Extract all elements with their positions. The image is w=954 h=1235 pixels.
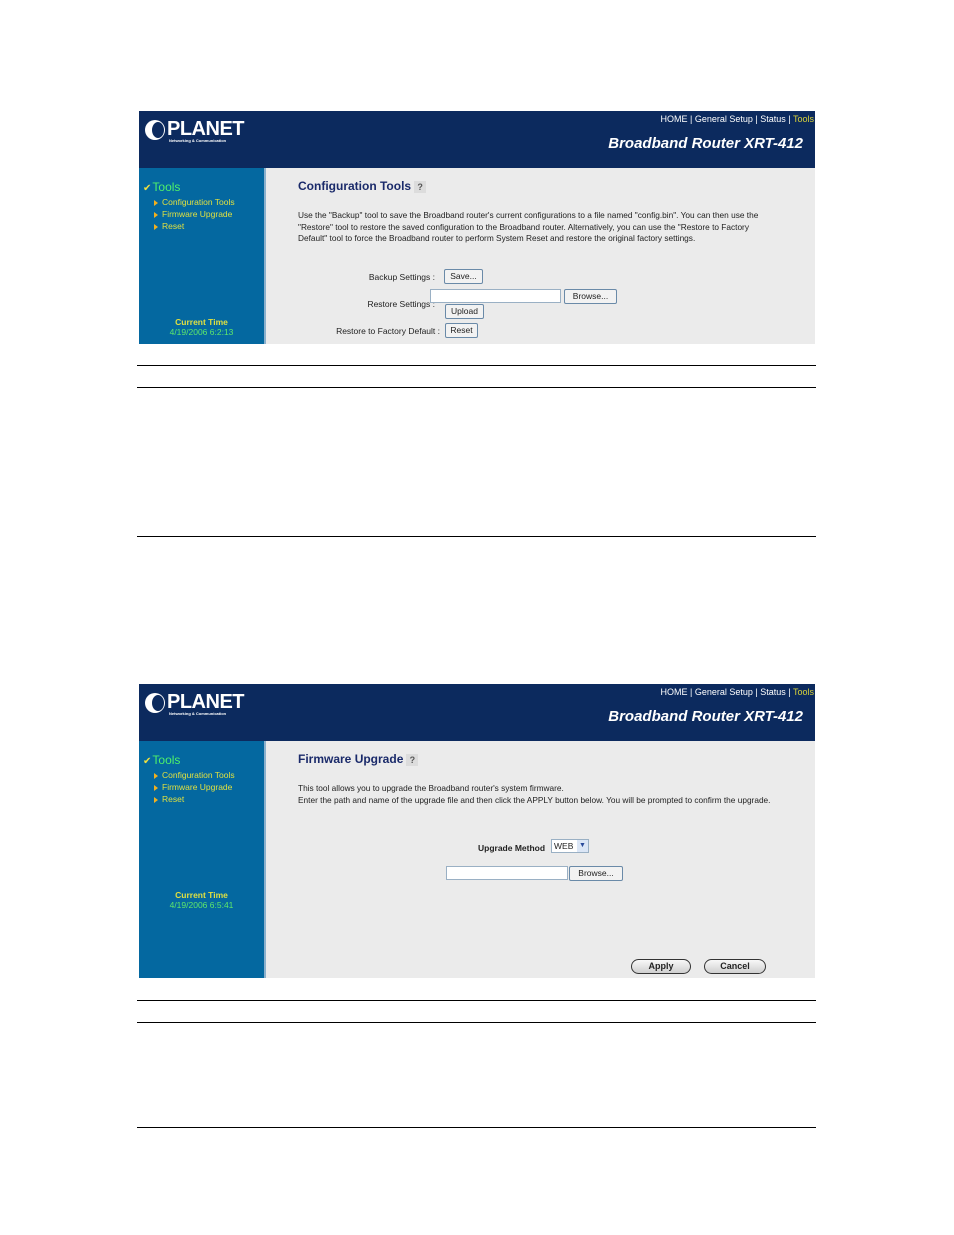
nav-home[interactable]: HOME [660, 687, 687, 697]
content-panel: Firmware Upgrade? This tool allows you t… [266, 741, 815, 978]
nav-separator: | [788, 114, 791, 124]
save-button[interactable]: Save... [444, 269, 483, 284]
nav-status[interactable]: Status [760, 687, 786, 697]
sidebar-item-label: Reset [162, 794, 185, 804]
logo-tagline: Networking & Communication [169, 138, 227, 143]
sidebar-section-tools[interactable]: ✔Tools [143, 180, 180, 194]
description: This tool allows you to upgrade the Broa… [298, 783, 773, 806]
sidebar-section-label: Tools [152, 180, 181, 194]
upgrade-method-select[interactable]: WEB ▼ [551, 839, 589, 853]
page-title-text: Configuration Tools [298, 179, 412, 193]
sidebar-item-configuration-tools[interactable]: Configuration Tools [154, 196, 235, 208]
nav-separator: | [755, 687, 758, 697]
firmware-upgrade-screenshot: PLANET Networking & Communication HOME |… [139, 684, 815, 978]
upgrade-method-label: Upgrade Method [478, 843, 546, 853]
browse-button[interactable]: Browse... [569, 866, 623, 881]
globe-icon [145, 120, 165, 140]
sidebar-item-label: Firmware Upgrade [162, 782, 233, 792]
current-time-label: Current Time [175, 890, 228, 900]
sidebar-item-reset[interactable]: Reset [154, 220, 235, 232]
help-icon[interactable]: ? [414, 180, 427, 193]
nav-tools[interactable]: Tools [793, 687, 814, 697]
description-text: Use the "Backup" tool to save the Broadb… [298, 210, 759, 243]
nav-general-setup[interactable]: General Setup [695, 114, 753, 124]
divider-line [137, 536, 816, 537]
sidebar-item-label: Reset [162, 221, 185, 231]
restore-file-input[interactable] [430, 289, 561, 303]
current-time: Current Time 4/19/2006 6:5:41 [139, 890, 264, 910]
checkmark-icon: ✔ [143, 183, 152, 194]
sidebar-item-reset[interactable]: Reset [154, 793, 235, 805]
divider-line [137, 1000, 816, 1001]
sidebar: ✔Tools Configuration Tools Firmware Upgr… [139, 741, 266, 978]
nav-separator: | [689, 687, 693, 697]
sidebar-section-label: Tools [152, 753, 181, 767]
firmware-file-input[interactable] [446, 866, 568, 880]
help-icon[interactable]: ? [406, 753, 419, 766]
router-title: Broadband Router XRT-412 [608, 135, 803, 152]
sidebar-item-firmware-upgrade[interactable]: Firmware Upgrade [154, 208, 235, 220]
content-panel: Configuration Tools? Use the "Backup" to… [266, 168, 815, 344]
nav-separator: | [788, 687, 791, 697]
nav-separator: | [689, 114, 693, 124]
upgrade-method-value: WEB [554, 841, 574, 851]
sidebar-menu: Configuration Tools Firmware Upgrade Res… [154, 769, 235, 805]
globe-icon [145, 693, 165, 713]
description-line: This tool allows you to upgrade the Broa… [298, 783, 564, 793]
top-nav: HOME | General Setup | Status | Tools [660, 687, 814, 697]
sidebar-item-configuration-tools[interactable]: Configuration Tools [154, 769, 235, 781]
config-tools-screenshot: PLANET Networking & Communication HOME |… [139, 111, 815, 344]
nav-separator: | [755, 114, 758, 124]
browse-button[interactable]: Browse... [564, 289, 617, 304]
sidebar-menu: Configuration Tools Firmware Upgrade Res… [154, 196, 235, 232]
planet-logo: PLANET Networking & Communication [145, 118, 245, 145]
sidebar: ✔Tools Configuration Tools Firmware Upgr… [139, 168, 266, 344]
page-title: Configuration Tools? [298, 179, 427, 193]
reset-button[interactable]: Reset [445, 323, 478, 338]
backup-settings-label: Backup Settings : [368, 272, 435, 282]
current-time-label: Current Time [175, 317, 228, 327]
divider-line [137, 387, 816, 388]
header-bar: PLANET Networking & Communication HOME |… [139, 111, 815, 168]
header-bar: PLANET Networking & Communication HOME |… [139, 684, 815, 741]
apply-button[interactable]: Apply [631, 959, 691, 974]
nav-home[interactable]: HOME [660, 114, 687, 124]
description: Use the "Backup" tool to save the Broadb… [298, 210, 773, 245]
chevron-down-icon: ▼ [577, 840, 588, 852]
nav-general-setup[interactable]: General Setup [695, 687, 753, 697]
sidebar-item-label: Configuration Tools [162, 197, 235, 207]
page-title-text: Firmware Upgrade [298, 752, 404, 766]
arrow-right-icon [154, 784, 158, 791]
divider-line [137, 365, 816, 366]
arrow-right-icon [154, 772, 158, 779]
sidebar-item-label: Configuration Tools [162, 770, 235, 780]
page-title: Firmware Upgrade? [298, 752, 419, 766]
logo-tagline: Networking & Communication [169, 711, 227, 716]
current-time-value: 4/19/2006 6:5:41 [169, 900, 234, 910]
checkmark-icon: ✔ [143, 756, 152, 767]
arrow-right-icon [154, 796, 158, 803]
upload-button[interactable]: Upload [445, 304, 484, 319]
arrow-right-icon [154, 211, 158, 218]
top-nav: HOME | General Setup | Status | Tools [660, 114, 814, 124]
description-line: Enter the path and name of the upgrade f… [298, 794, 771, 805]
divider-line [137, 1127, 816, 1128]
sidebar-item-firmware-upgrade[interactable]: Firmware Upgrade [154, 781, 235, 793]
restore-settings-label: Restore Settings : [367, 299, 435, 309]
nav-tools[interactable]: Tools [793, 114, 814, 124]
divider-line [137, 1022, 816, 1023]
arrow-right-icon [154, 199, 158, 206]
nav-status[interactable]: Status [760, 114, 786, 124]
sidebar-item-label: Firmware Upgrade [162, 209, 233, 219]
arrow-right-icon [154, 223, 158, 230]
router-title: Broadband Router XRT-412 [608, 708, 803, 725]
sidebar-section-tools[interactable]: ✔Tools [143, 753, 180, 767]
current-time: Current Time 4/19/2006 6:2:13 [139, 317, 264, 337]
cancel-button[interactable]: Cancel [704, 959, 766, 974]
factory-default-label: Restore to Factory Default : [336, 326, 440, 336]
planet-logo: PLANET Networking & Communication [145, 691, 245, 718]
current-time-value: 4/19/2006 6:2:13 [169, 327, 234, 337]
